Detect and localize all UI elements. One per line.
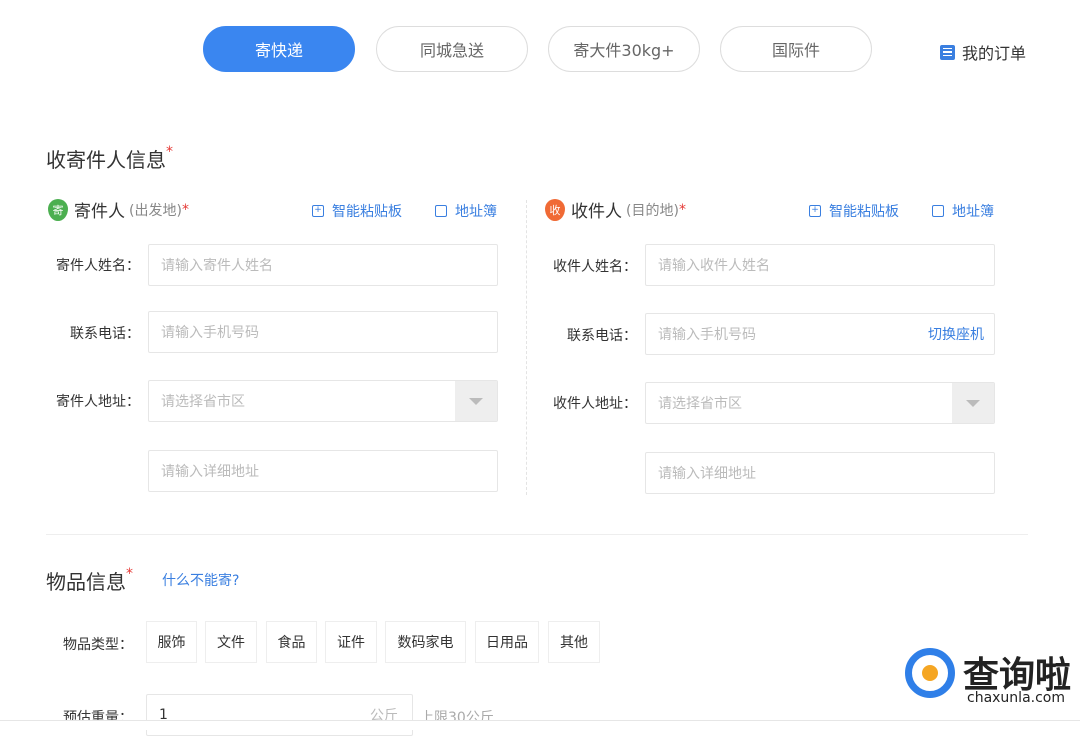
tab-express[interactable]: 寄快递 <box>203 26 355 72</box>
receiver-region-select[interactable]: 请选择省市区 <box>645 382 995 424</box>
sender-name-label: 寄件人姓名： <box>56 258 140 274</box>
receiver-address-label: 收件人地址： <box>553 396 637 412</box>
sender-address-book-button[interactable]: 地址簿 <box>435 201 497 221</box>
tab-international[interactable]: 国际件 <box>720 26 872 72</box>
item-type-label: 物品类型： <box>63 637 133 653</box>
sender-phone-input[interactable]: 请输入手机号码 <box>148 311 498 353</box>
my-orders-link[interactable]: 我的订单 <box>940 40 1026 64</box>
column-divider <box>526 200 527 495</box>
chevron-down-icon[interactable] <box>455 381 497 421</box>
receiver-name-input[interactable]: 请输入收件人姓名 <box>645 244 995 286</box>
item-type-chip[interactable]: 服饰 <box>146 621 197 663</box>
sender-detail-address-input[interactable]: 请输入详细地址 <box>148 450 498 492</box>
my-orders-label: 我的订单 <box>962 44 1027 63</box>
item-type-chip[interactable]: 文件 <box>205 621 257 663</box>
bottom-border <box>0 720 1080 730</box>
receiver-paste-button[interactable]: + 智能粘贴板 <box>809 201 899 221</box>
receiver-address-book-button[interactable]: 地址簿 <box>932 201 994 221</box>
clipboard-icon: + <box>312 205 324 217</box>
item-type-chip[interactable]: 证件 <box>325 621 377 663</box>
switch-landline-link[interactable]: 切换座机 <box>928 324 984 344</box>
clipboard-icon: + <box>809 205 821 217</box>
sender-paste-button[interactable]: + 智能粘贴板 <box>312 201 402 221</box>
sender-region-select[interactable]: 请选择省市区 <box>148 380 498 422</box>
sender-name-input[interactable]: 请输入寄件人姓名 <box>148 244 498 286</box>
receiver-phone-label: 联系电话： <box>567 328 637 344</box>
section-divider <box>46 534 1028 535</box>
address-book-icon <box>932 205 944 217</box>
chevron-down-icon[interactable] <box>952 383 994 423</box>
sender-pin-icon: 寄 <box>48 198 68 221</box>
forbidden-items-link[interactable]: 什么不能寄? <box>162 570 239 590</box>
sender-phone-label: 联系电话： <box>70 326 140 342</box>
receiver-phone-input[interactable]: 请输入手机号码 切换座机 <box>645 313 995 355</box>
items-title: 物品信息* <box>46 566 133 594</box>
address-book-icon <box>435 205 447 217</box>
watermark-logo: 查询啦 chaxunla.com <box>905 646 1075 710</box>
item-type-chip[interactable]: 食品 <box>266 621 317 663</box>
section-title: 收寄件人信息* <box>46 144 173 172</box>
sender-header: 寄 寄件人 (出发地) * <box>48 197 189 222</box>
item-type-chip[interactable]: 数码家电 <box>385 621 466 663</box>
tab-same-city[interactable]: 同城急送 <box>376 26 528 72</box>
item-type-chip[interactable]: 日用品 <box>475 621 539 663</box>
receiver-pin-icon: 收 <box>545 198 565 221</box>
tab-bulky[interactable]: 寄大件30kg+ <box>548 26 700 72</box>
sender-address-label: 寄件人地址： <box>56 394 140 410</box>
search-logo-icon <box>905 648 955 698</box>
receiver-name-label: 收件人姓名： <box>553 259 637 275</box>
item-type-chip[interactable]: 其他 <box>548 621 600 663</box>
list-icon <box>940 44 955 60</box>
receiver-header: 收 收件人 (目的地) * <box>545 197 686 222</box>
receiver-detail-address-input[interactable]: 请输入详细地址 <box>645 452 995 494</box>
